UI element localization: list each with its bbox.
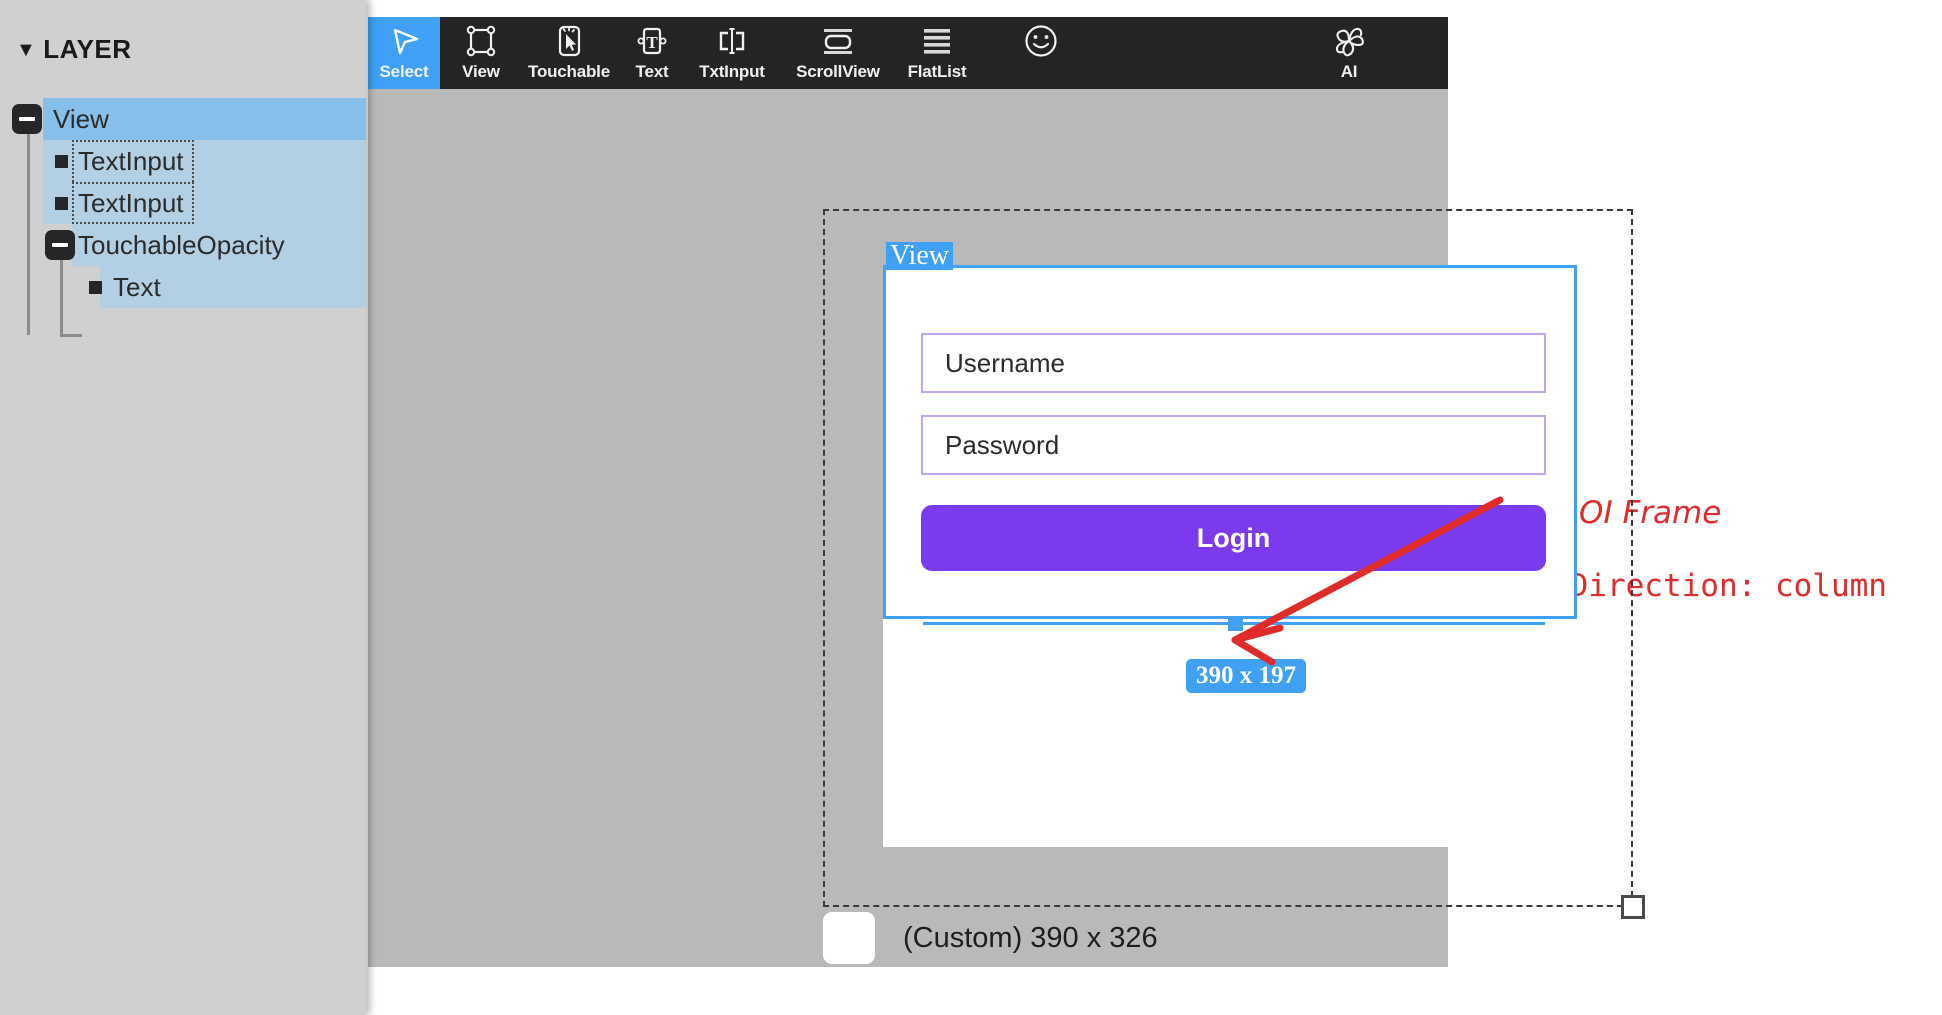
toolbar-item-flatlist[interactable]: FlatList — [895, 17, 979, 89]
tree-connector-line — [27, 130, 30, 335]
layer-row-label: TextInput — [78, 145, 184, 176]
layer-panel-header[interactable]: ▼ LAYER — [16, 34, 132, 65]
text-input-icon — [715, 19, 749, 63]
bullet-icon — [89, 281, 102, 294]
ai-pinwheel-icon — [1329, 19, 1369, 63]
toolbar-item-scrollview[interactable]: ScrollView — [786, 17, 890, 89]
login-button[interactable]: Login — [921, 505, 1546, 571]
password-placeholder: Password — [945, 429, 1060, 460]
toolbar-item-view[interactable]: View — [445, 17, 517, 89]
selected-element-tag: View — [886, 242, 953, 270]
bullet-icon — [55, 155, 68, 168]
chevron-down-icon[interactable]: ▼ — [16, 40, 36, 60]
collapse-toggle-touchableopacity[interactable] — [45, 230, 75, 260]
toolbar-item-label: ScrollView — [796, 62, 880, 81]
username-placeholder: Username — [945, 347, 1065, 378]
device-size-label: (Custom) 390 x 326 — [903, 921, 1158, 954]
toolbar: Select View Touchable T Text TxtInput Sc… — [368, 17, 1448, 89]
login-button-label: Login — [1196, 522, 1271, 553]
toolbar-item-select[interactable]: Select — [368, 17, 440, 89]
toolbar-item-label: Text — [635, 62, 669, 81]
layer-panel: ▼ LAYER View TextInput TextInput Touchab… — [0, 0, 366, 1015]
device-color-swatch[interactable] — [823, 912, 875, 964]
toolbar-item-label: AI — [1340, 62, 1358, 81]
layer-panel-title: LAYER — [43, 34, 132, 64]
svg-text:T: T — [646, 33, 658, 52]
cursor-arrow-icon — [387, 19, 421, 63]
password-input[interactable]: Password — [921, 415, 1546, 475]
text-t-icon: T — [635, 19, 669, 63]
layer-tree-row-textinput-1[interactable]: TextInput — [0, 140, 366, 182]
roi-resize-handle[interactable] — [1621, 895, 1645, 919]
minus-icon — [52, 243, 68, 247]
toolbar-item-label: Select — [379, 62, 429, 81]
tree-connector-line — [60, 256, 63, 336]
collapse-toggle-view[interactable] — [12, 104, 42, 134]
device-status-bar: (Custom) 390 x 326 — [823, 912, 1158, 964]
minus-icon — [19, 117, 35, 121]
toolbar-item-txtinput[interactable]: TxtInput — [688, 17, 776, 89]
layer-tree-row-view[interactable]: View — [0, 98, 366, 140]
toolbar-item-label: FlatList — [907, 62, 967, 81]
layer-tree-row-touchableopacity[interactable]: TouchableOpacity — [0, 224, 366, 266]
bullet-icon — [55, 197, 68, 210]
toolbar-item-emoji[interactable] — [1008, 17, 1074, 89]
design-canvas[interactable]: View Username Password Login 390 x 197 (… — [368, 17, 1645, 967]
toolbar-item-label: TxtInput — [699, 62, 765, 81]
toolbar-item-ai[interactable]: AI — [1316, 17, 1382, 89]
layer-tree-row-text[interactable]: Text — [0, 266, 366, 308]
view-frame-icon — [464, 19, 498, 63]
toolbar-item-label: View — [462, 62, 500, 81]
smiley-face-icon — [1021, 19, 1061, 63]
toolbar-item-touchable[interactable]: Touchable — [522, 17, 616, 89]
layer-tree-row-textinput-2[interactable]: TextInput — [0, 182, 366, 224]
username-input[interactable]: Username — [921, 333, 1546, 393]
spacing-guide-knob[interactable] — [1228, 616, 1243, 631]
toolbar-item-label: Touchable — [528, 62, 610, 81]
touchable-tap-icon — [552, 19, 586, 63]
flatlist-icon — [920, 19, 954, 63]
layer-row-label: TouchableOpacity — [78, 229, 285, 260]
toolbar-item-text[interactable]: T Text — [621, 17, 683, 89]
scrollview-icon — [818, 19, 858, 63]
layer-row-label: View — [53, 103, 109, 134]
layer-tree: View TextInput TextInput TouchableOpacit… — [0, 98, 366, 337]
layer-row-label: Text — [113, 271, 161, 302]
size-badge: 390 x 197 — [1186, 659, 1306, 693]
layer-row-label: TextInput — [78, 187, 184, 218]
tree-connector-line — [60, 334, 82, 337]
